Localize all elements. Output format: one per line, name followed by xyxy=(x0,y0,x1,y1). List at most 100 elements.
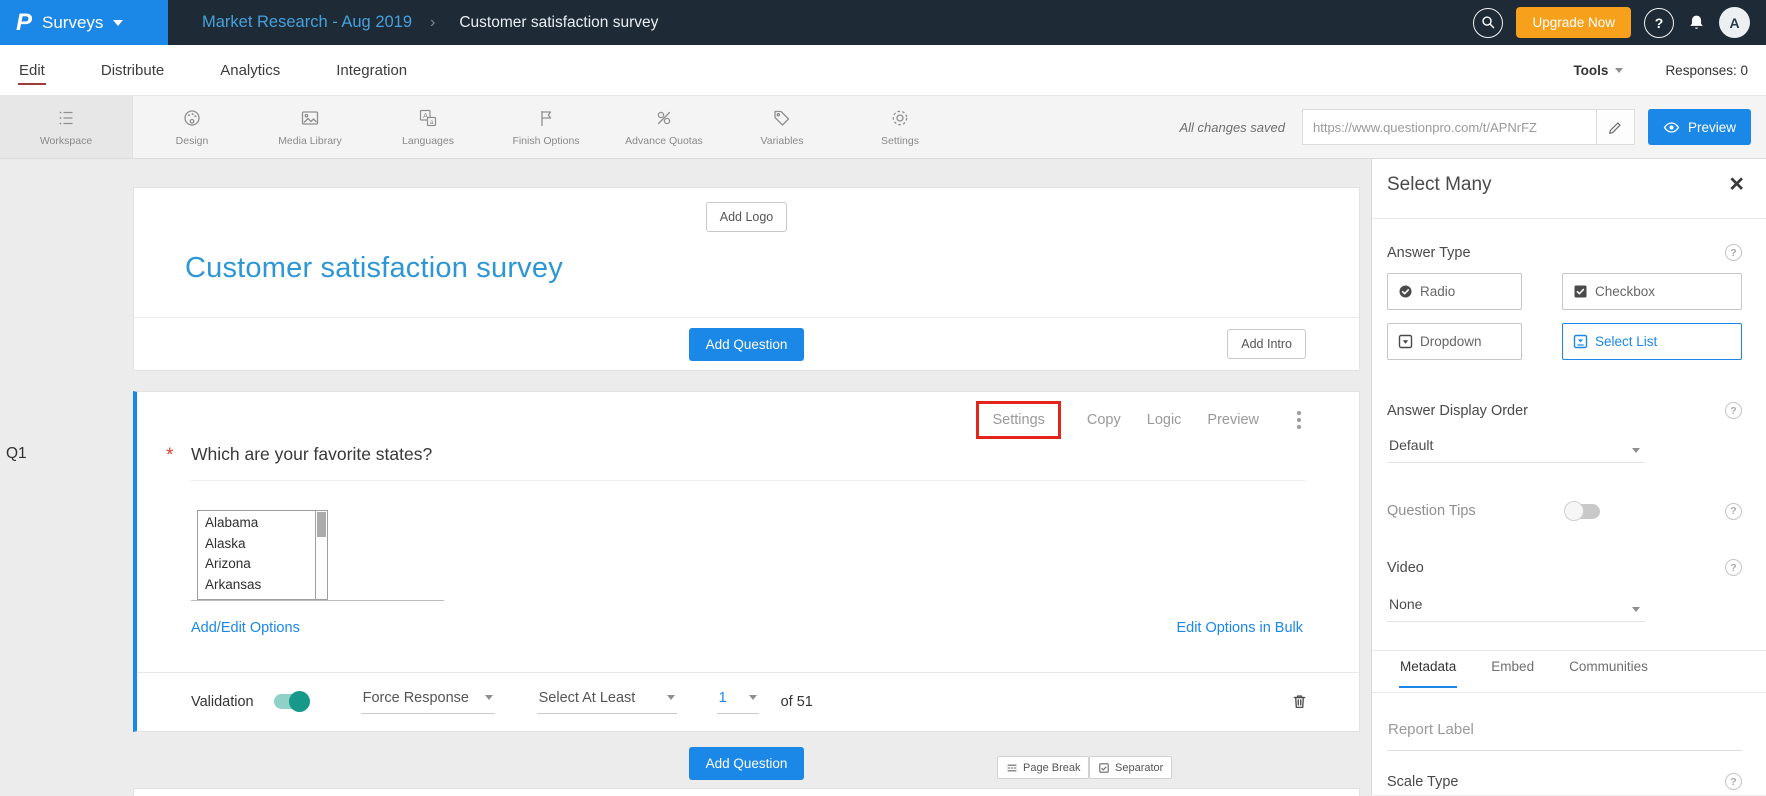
save-status: All changes saved xyxy=(1179,120,1285,135)
answer-type-select-list[interactable]: Select List xyxy=(1562,323,1742,360)
product-label: Surveys xyxy=(42,13,103,33)
survey-title[interactable]: Customer satisfaction survey xyxy=(185,252,1359,285)
toolbar-item-languages[interactable]: Aa Languages xyxy=(369,96,487,158)
list-item[interactable]: Alabama xyxy=(205,513,311,534)
design-palette-icon xyxy=(181,107,203,129)
help-icon[interactable] xyxy=(1725,503,1742,520)
edit-options-in-bulk-link[interactable]: Edit Options in Bulk xyxy=(1176,620,1303,636)
tab-edit[interactable]: Edit xyxy=(18,46,46,95)
question-tips-toggle[interactable] xyxy=(1567,504,1600,519)
answer-type-row: Answer Type xyxy=(1387,244,1742,261)
answer-type-checkbox[interactable]: Checkbox xyxy=(1562,273,1742,310)
chevron-down-icon xyxy=(113,20,123,26)
toolbar-item-finish-options[interactable]: Finish Options xyxy=(487,96,605,158)
validation-row: Validation Force Response Select At Leas… xyxy=(191,672,1309,731)
listbox-scrollbar-thumb[interactable] xyxy=(317,512,326,537)
help-icon[interactable] xyxy=(1725,402,1742,419)
toolbar-item-advance-quotas[interactable]: Advance Quotas xyxy=(605,96,723,158)
select-list-icon xyxy=(1573,334,1588,349)
validation-rule-dropdown[interactable]: Force Response xyxy=(361,690,495,714)
validation-rule-value: Force Response xyxy=(363,690,469,706)
radio-icon xyxy=(1398,284,1413,299)
validation-toggle[interactable] xyxy=(274,694,307,709)
search-icon[interactable] xyxy=(1473,8,1503,38)
page-break-icon xyxy=(1006,762,1018,774)
help-icon[interactable] xyxy=(1725,559,1742,576)
topbar-actions: Upgrade Now A xyxy=(1473,7,1766,38)
tab-integration[interactable]: Integration xyxy=(335,46,408,95)
list-item[interactable]: Alaska xyxy=(205,534,311,555)
answer-display-order-value: Default xyxy=(1389,437,1433,453)
toolbar-item-variables[interactable]: Variables xyxy=(723,96,841,158)
toolbar-item-media-library[interactable]: Media Library xyxy=(251,96,369,158)
toolbar-item-label: Advance Quotas xyxy=(625,135,703,147)
validation-label: Validation xyxy=(191,694,254,710)
add-question-button-top[interactable]: Add Question xyxy=(689,328,805,361)
question-copy-link[interactable]: Copy xyxy=(1087,412,1121,428)
survey-url-box xyxy=(1302,109,1635,145)
tab-communities[interactable]: Communities xyxy=(1568,659,1649,688)
svg-text:a: a xyxy=(430,119,434,126)
chevron-down-icon xyxy=(749,695,757,700)
validation-condition-dropdown[interactable]: Select At Least xyxy=(537,690,677,714)
toolbar-item-design[interactable]: Design xyxy=(133,96,251,158)
question-text-row: * Which are your favorite states? xyxy=(191,444,1305,481)
tab-distribute[interactable]: Distribute xyxy=(100,46,165,95)
finish-flag-icon xyxy=(535,107,557,129)
delete-question-button[interactable] xyxy=(1290,692,1309,711)
panel-title: Select Many xyxy=(1387,174,1492,196)
question-preview-link[interactable]: Preview xyxy=(1207,412,1259,428)
answer-area-underline xyxy=(191,600,444,601)
page-break-button[interactable]: Page Break xyxy=(997,756,1089,779)
help-icon[interactable] xyxy=(1644,8,1674,38)
toolbar-item-settings[interactable]: Settings xyxy=(841,96,959,158)
separator-button[interactable]: Separator xyxy=(1089,756,1172,779)
tab-metadata[interactable]: Metadata xyxy=(1399,659,1457,688)
required-marker: * xyxy=(166,445,173,467)
upgrade-now-button[interactable]: Upgrade Now xyxy=(1516,7,1631,38)
avatar[interactable]: A xyxy=(1719,7,1750,38)
scale-type-row: Scale Type xyxy=(1387,773,1742,790)
question-card: Settings Copy Logic Preview * Which are … xyxy=(133,391,1360,732)
preview-button[interactable]: Preview xyxy=(1648,109,1751,145)
product-switcher[interactable]: P Surveys xyxy=(0,0,168,45)
tab-analytics[interactable]: Analytics xyxy=(219,46,281,95)
video-dropdown[interactable]: None xyxy=(1387,596,1645,622)
answer-type-grid: Radio Checkbox Dropdown Select List xyxy=(1387,273,1742,360)
report-label-input[interactable] xyxy=(1387,715,1742,751)
edit-toolbar: Workspace Design Media Library Aa Langua… xyxy=(0,96,1766,159)
answer-display-order-dropdown[interactable]: Default xyxy=(1387,437,1645,463)
question-logic-link[interactable]: Logic xyxy=(1147,412,1182,428)
toolbar-item-workspace[interactable]: Workspace xyxy=(0,96,133,158)
panel-tabs: Metadata Embed Communities xyxy=(1399,659,1649,688)
more-options-icon[interactable] xyxy=(1297,418,1301,422)
answer-type-dropdown[interactable]: Dropdown xyxy=(1387,323,1522,360)
question-text[interactable]: Which are your favorite states? xyxy=(191,444,432,464)
listbox-scrollbar[interactable] xyxy=(315,511,327,599)
help-icon[interactable] xyxy=(1725,244,1742,261)
toggle-knob xyxy=(289,691,310,712)
variables-tag-icon xyxy=(771,107,793,129)
add-intro-button[interactable]: Add Intro xyxy=(1227,329,1306,359)
add-question-button-bottom[interactable]: Add Question xyxy=(689,747,805,780)
video-row: Video xyxy=(1387,559,1742,576)
close-icon[interactable] xyxy=(1729,172,1744,197)
answer-select-list[interactable]: Alabama Alaska Arizona Arkansas xyxy=(197,510,328,600)
chevron-down-icon xyxy=(485,695,493,700)
survey-url-input[interactable] xyxy=(1303,120,1596,135)
list-item[interactable]: Arkansas xyxy=(205,575,311,596)
question-settings-panel: Select Many Answer Type Radio Checkbox D… xyxy=(1371,159,1766,795)
add-logo-button[interactable]: Add Logo xyxy=(706,202,788,232)
notifications-bell-icon[interactable] xyxy=(1687,13,1706,32)
answer-type-radio[interactable]: Radio xyxy=(1387,273,1522,310)
tab-embed[interactable]: Embed xyxy=(1490,659,1535,688)
list-item[interactable]: Arizona xyxy=(205,554,311,575)
tools-menu[interactable]: Tools xyxy=(1573,63,1623,78)
edit-url-button[interactable] xyxy=(1596,110,1634,144)
toolbar-item-label: Design xyxy=(176,135,209,147)
help-icon[interactable] xyxy=(1725,773,1742,790)
breadcrumb-workspace[interactable]: Market Research - Aug 2019 xyxy=(202,13,412,32)
question-settings-link[interactable]: Settings xyxy=(976,401,1060,439)
validation-count-dropdown[interactable]: 1 xyxy=(717,690,759,714)
add-edit-options-link[interactable]: Add/Edit Options xyxy=(191,620,300,636)
